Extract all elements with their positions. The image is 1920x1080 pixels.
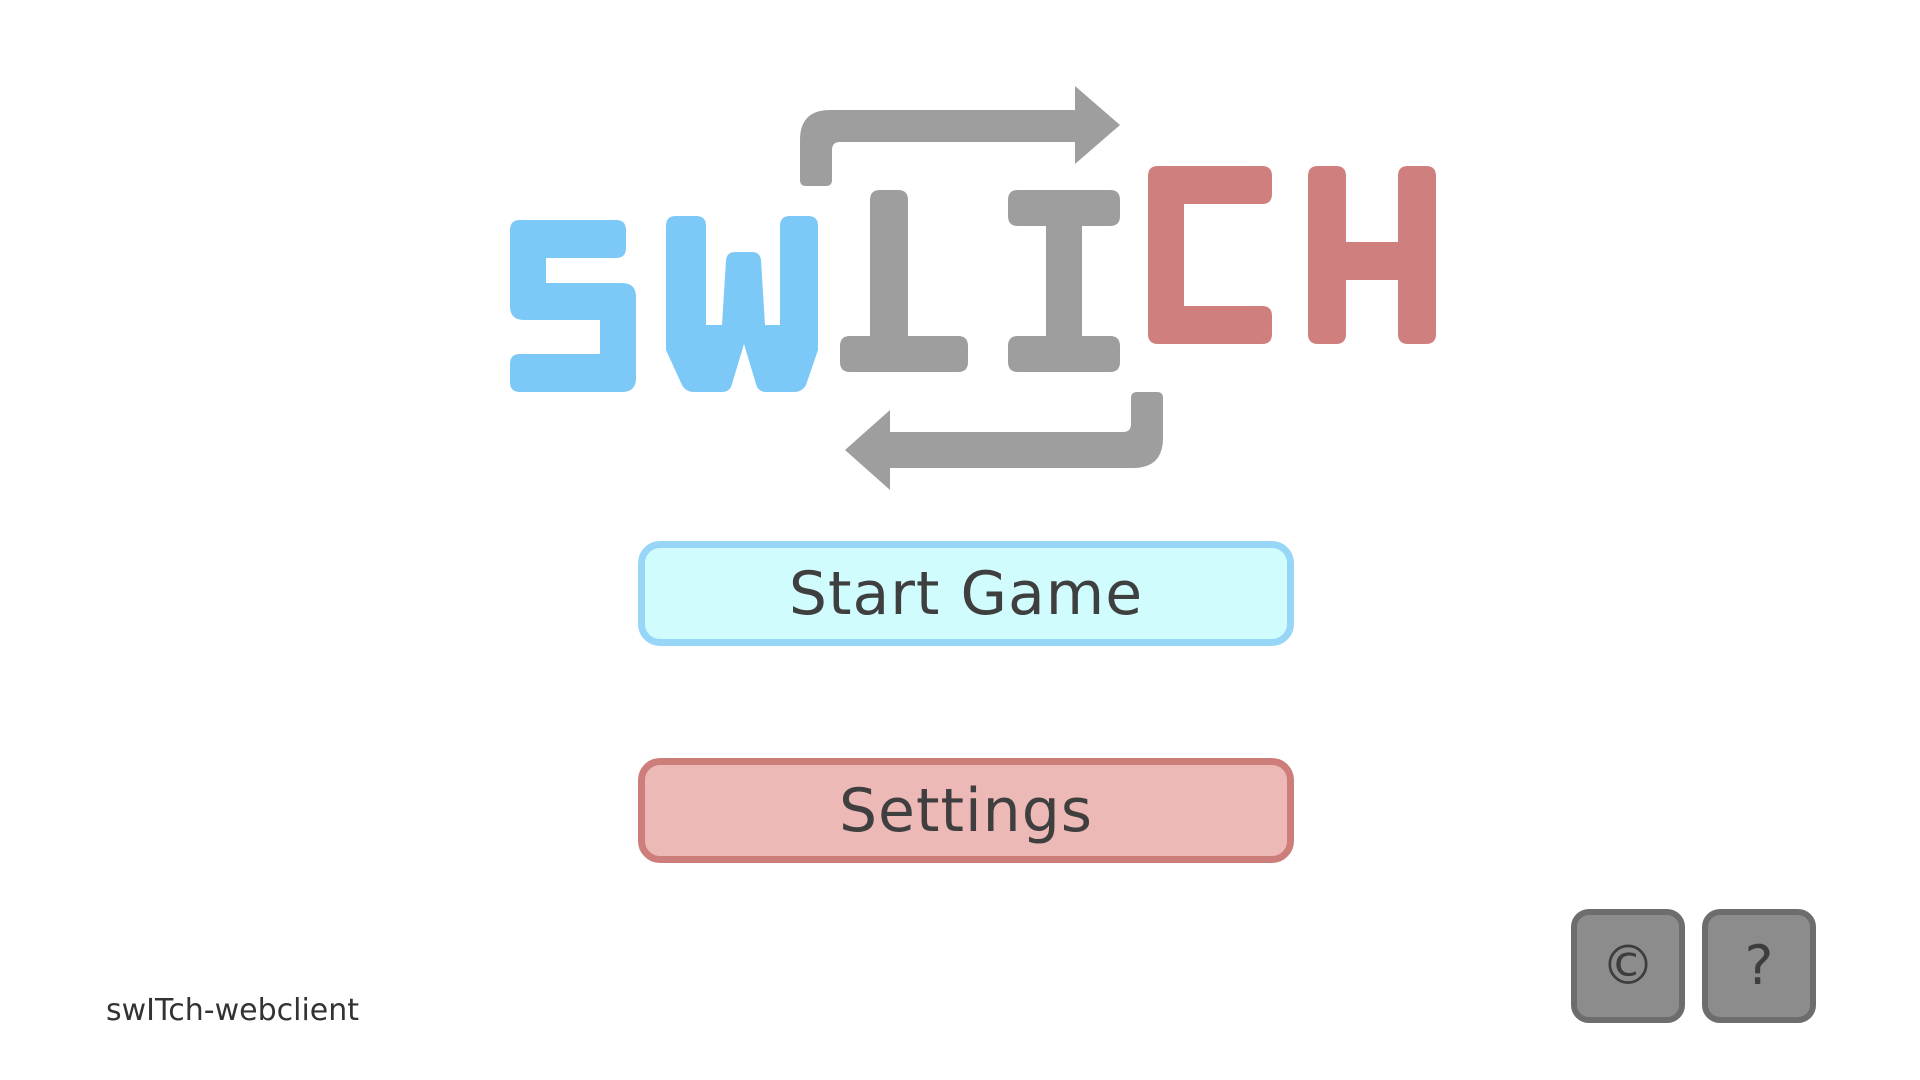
logo-letter-c	[1148, 166, 1272, 344]
app-name-label: swITch-webclient	[106, 993, 360, 1028]
help-button[interactable]: ?	[1702, 909, 1816, 1023]
title-screen: Start Game Settings © ? swITch-webclient	[0, 0, 1920, 1080]
switch-logo	[510, 86, 1436, 490]
question-icon: ?	[1744, 934, 1774, 997]
settings-label: Settings	[838, 775, 1094, 846]
logo-letter-h	[1308, 166, 1436, 344]
logo-swap-arrow-bottom	[845, 392, 1163, 490]
copyright-icon: ©	[1601, 934, 1655, 997]
logo-letter-s	[510, 220, 636, 392]
credits-button[interactable]: ©	[1571, 909, 1685, 1023]
logo-letter-i-second	[1008, 190, 1120, 372]
start-game-button[interactable]: Start Game	[638, 541, 1294, 646]
start-game-label: Start Game	[788, 558, 1144, 629]
logo-swap-arrow-top	[800, 86, 1120, 186]
settings-button[interactable]: Settings	[638, 758, 1294, 863]
logo-letter-i-first	[840, 190, 968, 372]
logo-letter-w	[666, 216, 818, 392]
